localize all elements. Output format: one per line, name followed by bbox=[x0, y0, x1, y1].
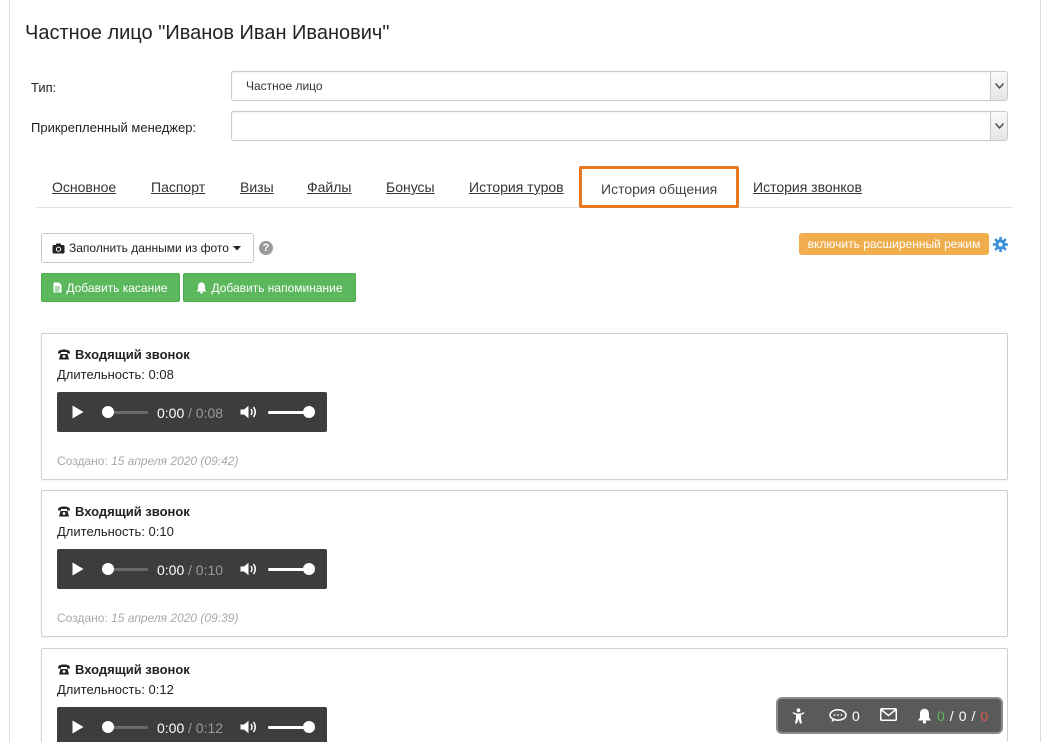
gear-icon[interactable] bbox=[992, 236, 1009, 253]
manager-select[interactable] bbox=[231, 111, 1008, 141]
tab-visas[interactable]: Визы bbox=[240, 179, 274, 195]
audio-player: 0:00 / 0:10 bbox=[57, 549, 327, 589]
audio-current-time: 0:00 bbox=[157, 405, 185, 421]
page-title: Частное лицо "Иванов Иван Иванович" bbox=[25, 22, 390, 44]
call-title-text: Входящий звонок bbox=[75, 347, 190, 362]
audio-current-time: 0:00 bbox=[157, 720, 185, 736]
call-duration-value: 0:12 bbox=[148, 682, 174, 697]
camera-icon bbox=[52, 243, 65, 253]
volume-icon[interactable] bbox=[240, 405, 258, 419]
tab-files[interactable]: Файлы bbox=[307, 179, 351, 195]
tab-bonuses[interactable]: Бонусы bbox=[386, 179, 435, 195]
volume-handle[interactable] bbox=[303, 563, 315, 575]
phone-icon bbox=[58, 506, 70, 517]
add-reminder-button[interactable]: Добавить напоминание bbox=[183, 273, 356, 302]
audio-progress-handle[interactable] bbox=[102, 721, 114, 733]
chat-icon bbox=[829, 709, 847, 722]
notification-bar: 0 0 / 0 / 0 bbox=[776, 697, 1003, 734]
tab-call-history[interactable]: История звонков bbox=[753, 179, 862, 195]
call-created-label: Создано: bbox=[57, 454, 108, 468]
reminders-mid-count: 0 bbox=[958, 708, 967, 724]
add-reminder-label: Добавить напоминание bbox=[211, 280, 343, 295]
play-icon[interactable] bbox=[72, 720, 84, 734]
call-created-label: Создано: bbox=[57, 611, 108, 625]
volume-handle[interactable] bbox=[303, 721, 315, 733]
call-created: Создано: 15 апреля 2020 (09:39) bbox=[57, 611, 238, 625]
bell-icon bbox=[918, 708, 931, 724]
audio-current-time: 0:00 bbox=[157, 562, 185, 578]
envelope-icon[interactable] bbox=[880, 708, 897, 721]
add-touch-button[interactable]: Добавить касание bbox=[41, 273, 180, 302]
audio-player: 0:00 / 0:08 bbox=[57, 392, 327, 432]
bell-icon bbox=[196, 282, 207, 294]
call-created-date: 15 апреля 2020 (09:42) bbox=[111, 454, 239, 468]
fill-from-photo-button[interactable]: Заполнить данными из фото bbox=[41, 233, 254, 263]
phone-icon bbox=[58, 349, 70, 360]
call-duration: Длительность: 0:12 bbox=[57, 682, 174, 697]
fill-from-photo-label: Заполнить данными из фото bbox=[69, 241, 229, 255]
add-touch-label: Добавить касание bbox=[66, 280, 168, 295]
manager-label: Прикрепленный менеджер: bbox=[31, 120, 197, 135]
tab-communication-history[interactable]: История общения bbox=[579, 166, 740, 208]
tab-tour-history[interactable]: История туров bbox=[469, 179, 564, 195]
call-title: Входящий звонок bbox=[57, 504, 190, 519]
call-duration-value: 0:08 bbox=[148, 367, 174, 382]
page-border-left bbox=[9, 0, 10, 742]
reminders-red-count: 0 bbox=[980, 708, 989, 724]
volume-handle[interactable] bbox=[303, 406, 315, 418]
tab-main[interactable]: Основное bbox=[52, 179, 116, 195]
chevron-down-icon bbox=[990, 112, 1007, 140]
messages-count: 0 bbox=[852, 708, 860, 724]
page-border-right bbox=[1040, 0, 1041, 742]
call-created-date: 15 апреля 2020 (09:39) bbox=[111, 611, 239, 625]
call-card: Входящий звонок Длительность: 0:08 0:00 … bbox=[41, 333, 1008, 480]
reminders-separator: / bbox=[971, 708, 976, 724]
reminders-separator: / bbox=[949, 708, 954, 724]
call-title-text: Входящий звонок bbox=[75, 504, 190, 519]
chevron-down-icon bbox=[990, 72, 1007, 100]
audio-progress-track[interactable] bbox=[108, 411, 148, 414]
call-title: Входящий звонок bbox=[57, 347, 190, 362]
reminders-green-count: 0 bbox=[937, 708, 945, 724]
type-select[interactable]: Частное лицо bbox=[231, 71, 1008, 101]
type-select-value: Частное лицо bbox=[246, 79, 323, 93]
audio-progress-track[interactable] bbox=[108, 568, 148, 571]
audio-total-time: / 0:12 bbox=[188, 720, 224, 736]
help-icon[interactable]: ? bbox=[259, 241, 273, 255]
audio-progress-track[interactable] bbox=[108, 726, 148, 729]
messages-counter[interactable]: 0 bbox=[829, 708, 860, 724]
call-duration-value: 0:10 bbox=[148, 524, 174, 539]
audio-progress-handle[interactable] bbox=[102, 406, 114, 418]
volume-icon[interactable] bbox=[240, 720, 258, 734]
call-title: Входящий звонок bbox=[57, 662, 190, 677]
call-card: Входящий звонок Длительность: 0:10 0:00 … bbox=[41, 490, 1008, 637]
reminders-counter[interactable]: 0 / 0 / 0 bbox=[917, 708, 988, 724]
play-icon[interactable] bbox=[72, 405, 84, 419]
caret-down-icon bbox=[232, 245, 241, 250]
phone-icon bbox=[58, 664, 70, 675]
call-duration-label: Длительность: bbox=[57, 524, 145, 539]
tab-bar: Основное Паспорт Визы Файлы Бонусы Истор… bbox=[36, 166, 1013, 208]
call-duration: Длительность: 0:08 bbox=[57, 367, 174, 382]
user-icon[interactable] bbox=[792, 708, 805, 724]
tab-passport[interactable]: Паспорт bbox=[151, 179, 205, 195]
audio-total-time: / 0:10 bbox=[188, 562, 224, 578]
call-duration-label: Длительность: bbox=[57, 367, 145, 382]
call-duration-label: Длительность: bbox=[57, 682, 145, 697]
call-duration: Длительность: 0:10 bbox=[57, 524, 174, 539]
play-icon[interactable] bbox=[72, 562, 84, 576]
call-created: Создано: 15 апреля 2020 (09:42) bbox=[57, 454, 238, 468]
audio-total-time: / 0:08 bbox=[188, 405, 224, 421]
type-label: Тип: bbox=[31, 80, 57, 95]
call-title-text: Входящий звонок bbox=[75, 662, 190, 677]
advanced-mode-button[interactable]: включить расширенный режим bbox=[799, 233, 989, 255]
audio-player: 0:00 / 0:12 bbox=[57, 707, 327, 742]
audio-progress-handle[interactable] bbox=[102, 563, 114, 575]
file-icon bbox=[53, 282, 62, 293]
volume-icon[interactable] bbox=[240, 562, 258, 576]
